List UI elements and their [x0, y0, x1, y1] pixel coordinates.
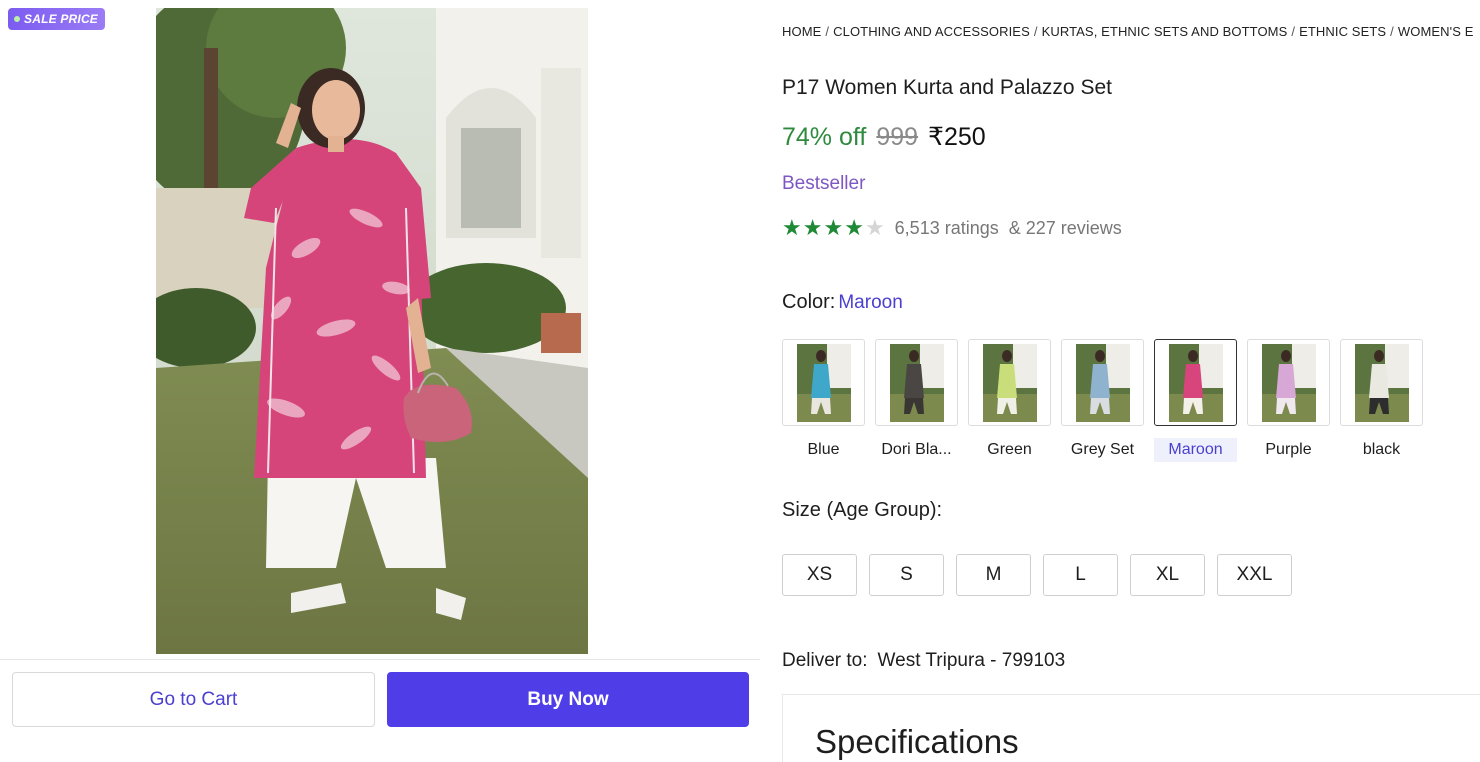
breadcrumb-kurtas[interactable]: KURTAS, ETHNIC SETS AND BOTTOMS — [1042, 24, 1288, 39]
color-option[interactable]: Blue — [782, 339, 865, 462]
breadcrumb-separator: / — [1291, 24, 1296, 39]
product-photo — [156, 8, 588, 654]
product-title: P17 Women Kurta and Palazzo Set — [782, 76, 1112, 99]
color-option[interactable]: Maroon — [1154, 339, 1237, 462]
color-thumbnail — [875, 339, 958, 426]
go-to-cart-label: Go to Cart — [149, 688, 238, 710]
color-option-label: black — [1362, 441, 1401, 458]
color-option-label: Green — [987, 441, 1032, 458]
rating-row[interactable]: ★ ★ ★ ★ ★ 6,513 ratings & 227 reviews — [782, 217, 1122, 239]
color-option[interactable]: Purple — [1247, 339, 1330, 462]
product-details: HOME / CLOTHING AND ACCESSORIES / KURTAS, ET… — [782, 0, 1480, 762]
go-to-cart-button[interactable]: Go to Cart — [12, 672, 375, 727]
size-option-xs[interactable]: XS — [782, 554, 857, 596]
buy-now-button[interactable]: Buy Now — [387, 672, 749, 727]
color-swatches: Blue Dori Bla... Green Grey Set Maroon Purple… — [782, 339, 1423, 462]
badge-dot-icon — [14, 16, 20, 22]
deliver-to-label: Deliver to: — [782, 650, 868, 671]
breadcrumb-separator: / — [1390, 24, 1394, 39]
color-option[interactable]: Dori Bla... — [875, 339, 958, 462]
star-filled-icon: ★ — [802, 215, 823, 240]
bestseller-tag: Bestseller — [782, 173, 866, 194]
color-option-label: Purple — [1265, 441, 1312, 458]
delivery-location: West Tripura - 799103 — [877, 650, 1066, 671]
color-option-label: Blue — [807, 441, 840, 458]
star-filled-icon: ★ — [823, 215, 844, 240]
color-option[interactable]: Grey Set — [1061, 339, 1144, 462]
color-option[interactable]: Green — [968, 339, 1051, 462]
action-bar-divider — [0, 659, 760, 660]
reviews-count: & 227 reviews — [1008, 217, 1122, 238]
star-empty-icon: ★ — [864, 215, 885, 240]
breadcrumb: HOME / CLOTHING AND ACCESSORIES / KURTAS, ET… — [782, 24, 1474, 39]
size-label: Size (Age Group): — [782, 499, 943, 521]
size-options: XS S M L XL XXL — [782, 554, 1292, 596]
rating-stars: ★ ★ ★ ★ ★ — [782, 217, 885, 239]
breadcrumb-womens[interactable]: WOMEN'S E — [1398, 24, 1474, 39]
product-gallery: SALE PRICE Go to Cart Buy Now — [0, 0, 760, 762]
color-thumbnail — [1061, 339, 1144, 426]
specifications-card: Specifications — [782, 694, 1480, 762]
product-image[interactable] — [156, 8, 588, 654]
color-label-text: Color: — [782, 291, 836, 313]
delivery-info[interactable]: Deliver to: West Tripura - 799103 — [782, 650, 1065, 672]
color-option[interactable]: black — [1340, 339, 1423, 462]
sale-price-text: SALE PRICE — [24, 12, 99, 26]
buy-now-label: Buy Now — [527, 688, 609, 710]
price-row: 74% off 999 ₹250 — [782, 122, 986, 152]
discount-percent: 74% off — [782, 123, 867, 151]
color-option-label: Maroon — [1154, 438, 1237, 462]
selected-color: Maroon — [838, 292, 903, 313]
color-label: Color: Maroon — [782, 291, 903, 314]
color-option-label: Grey Set — [1070, 441, 1135, 458]
star-filled-icon: ★ — [782, 215, 802, 240]
selling-price: ₹250 — [928, 123, 986, 151]
size-option-l[interactable]: L — [1043, 554, 1118, 596]
breadcrumb-ethnic-sets[interactable]: ETHNIC SETS — [1299, 24, 1386, 39]
size-option-m[interactable]: M — [956, 554, 1031, 596]
ratings-count: 6,513 ratings — [894, 217, 999, 238]
breadcrumb-separator: / — [825, 24, 830, 39]
star-filled-icon: ★ — [844, 215, 864, 240]
color-option-label: Dori Bla... — [881, 441, 952, 458]
specifications-title: Specifications — [815, 723, 1019, 760]
color-thumbnail — [1247, 339, 1330, 426]
color-thumbnail — [1154, 339, 1237, 426]
breadcrumb-home[interactable]: HOME — [782, 24, 821, 39]
color-thumbnail — [782, 339, 865, 426]
sale-price-badge: SALE PRICE — [8, 8, 106, 30]
color-thumbnail — [1340, 339, 1423, 426]
original-price: 999 — [876, 123, 919, 151]
color-thumbnail — [968, 339, 1051, 426]
breadcrumb-clothing[interactable]: CLOTHING AND ACCESSORIES — [833, 24, 1030, 39]
size-option-xl[interactable]: XL — [1130, 554, 1205, 596]
size-option-s[interactable]: S — [869, 554, 944, 596]
breadcrumb-separator: / — [1033, 24, 1038, 39]
size-option-xxl[interactable]: XXL — [1217, 554, 1292, 596]
